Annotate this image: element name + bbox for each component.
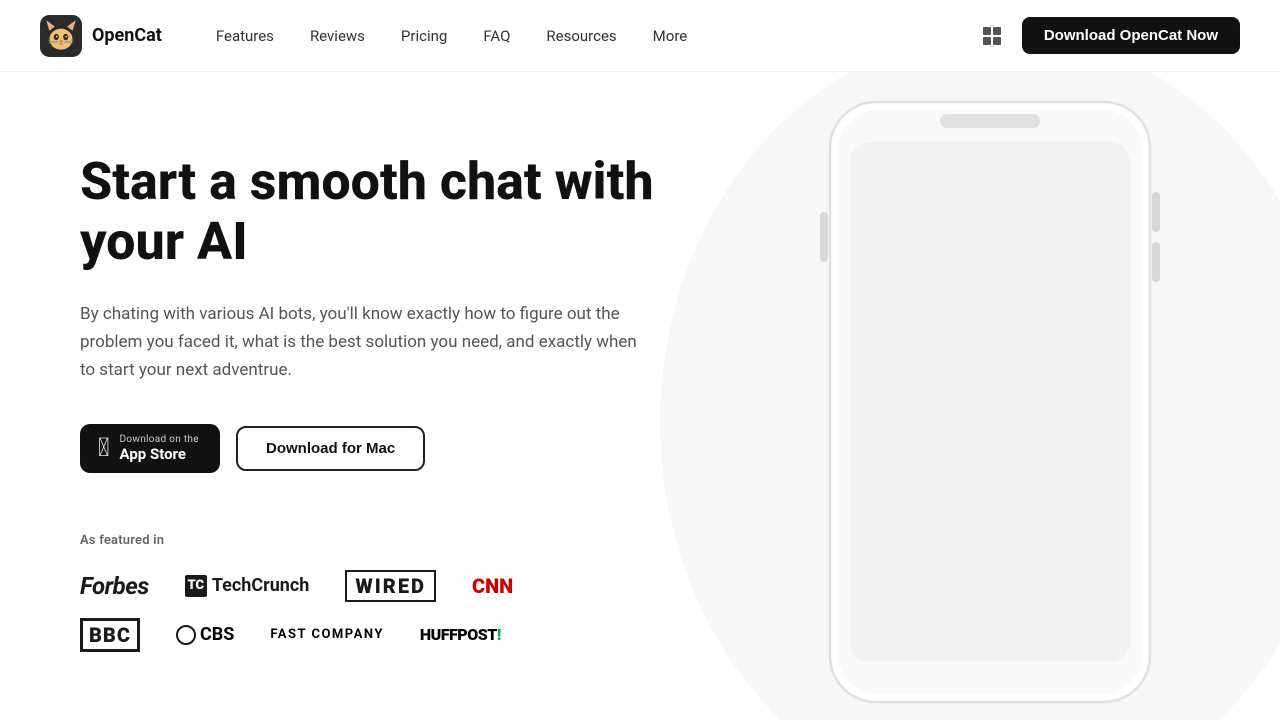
nav-left: OpenCat Features Reviews Pricing FAQ Res…	[40, 15, 701, 57]
hero-title: Start a smooth chat with your AI	[80, 152, 730, 272]
appstore-button[interactable]:  Download on the App Store	[80, 424, 220, 473]
nav-features[interactable]: Features	[202, 21, 288, 51]
nav-faq[interactable]: FAQ	[469, 21, 524, 51]
techcrunch-logo: TC TechCrunch	[185, 575, 310, 597]
cnn-logo: CNN	[472, 574, 513, 598]
wired-logo: WIRED	[345, 570, 436, 602]
featured-logos-row2: BBC CBS FAST COMPANY HUFFPOST!	[80, 618, 730, 652]
featured-section: As featured in Forbes TC TechCrunch WIRE…	[80, 533, 730, 652]
hero-content: Start a smooth chat with your AI By chat…	[80, 152, 730, 652]
language-icon[interactable]	[978, 22, 1006, 50]
navbar: OpenCat Features Reviews Pricing FAQ Res…	[0, 0, 1280, 72]
nav-more[interactable]: More	[639, 21, 702, 51]
brand-logo-link[interactable]: OpenCat	[40, 15, 162, 57]
bbc-logo: BBC	[80, 618, 140, 652]
featured-logos-row1: Forbes TC TechCrunch WIRED CNN	[80, 570, 730, 602]
apple-icon: 	[98, 435, 110, 461]
download-mac-button[interactable]: Download for Mac	[236, 426, 425, 471]
nav-reviews[interactable]: Reviews	[296, 21, 379, 51]
appstore-top-text: Download on the	[120, 434, 199, 445]
hero-description: By chating with various AI bots, you'll …	[80, 300, 640, 384]
forbes-logo: Forbes	[80, 572, 149, 600]
phone-mockup	[820, 92, 1160, 716]
nav-right: Download OpenCat Now	[978, 17, 1240, 54]
download-opencat-button[interactable]: Download OpenCat Now	[1022, 17, 1240, 54]
opencat-logo-icon	[40, 15, 82, 57]
cta-buttons:  Download on the App Store Download for…	[80, 424, 730, 473]
nav-pricing[interactable]: Pricing	[387, 21, 461, 51]
appstore-text: Download on the App Store	[120, 434, 199, 463]
featured-label: As featured in	[80, 533, 730, 548]
brand-name: OpenCat	[92, 25, 162, 46]
fastcompany-logo: FAST COMPANY	[270, 627, 384, 642]
cbs-logo: CBS	[176, 624, 234, 645]
nav-resources[interactable]: Resources	[532, 21, 630, 51]
phone-frame-icon	[820, 92, 1160, 712]
appstore-bottom-text: App Store	[120, 445, 199, 463]
hero-section: Start a smooth chat with your AI By chat…	[0, 72, 1280, 720]
nav-links: Features Reviews Pricing FAQ Resources M…	[202, 21, 701, 51]
huffpost-logo: HUFFPOST!	[420, 625, 501, 644]
